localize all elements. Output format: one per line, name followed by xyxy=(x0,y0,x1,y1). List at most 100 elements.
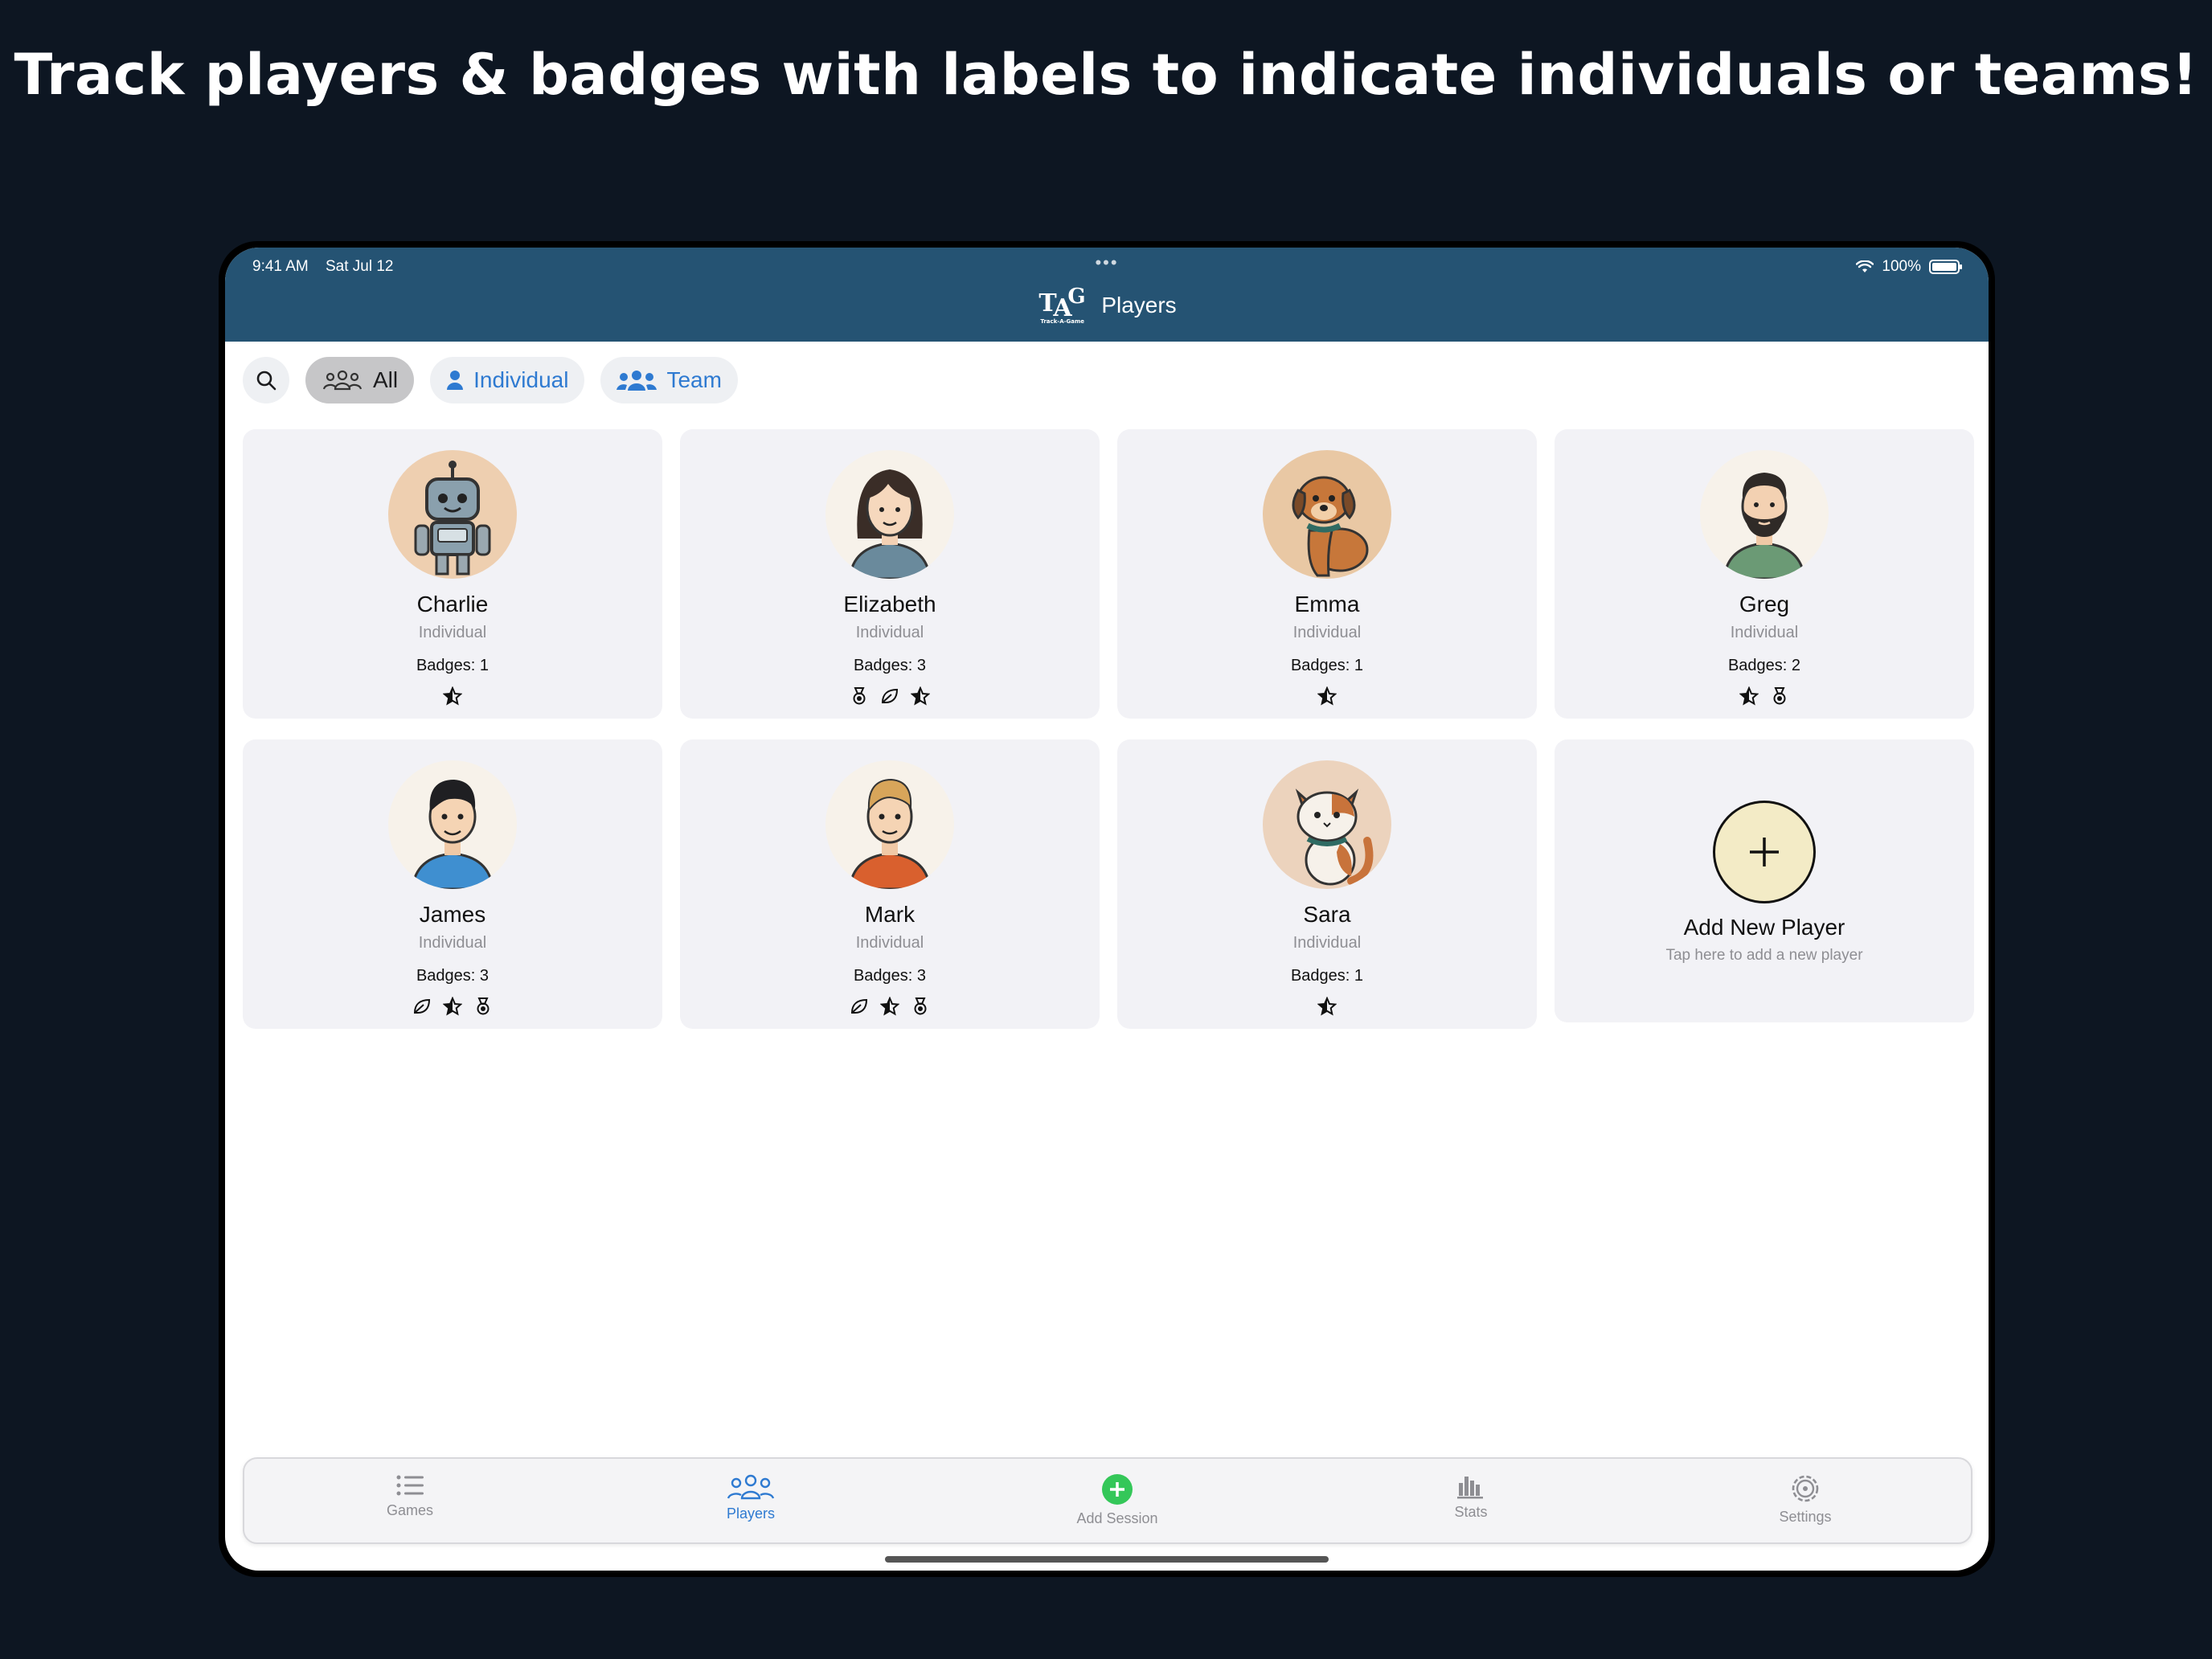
app-screen: 9:41 AM Sat Jul 12 ••• 100% TAG Track-A-… xyxy=(225,248,1989,1571)
tab-bar: Games Players Add Session Stats Settings xyxy=(243,1457,1972,1544)
player-name: Elizabeth xyxy=(843,592,936,616)
wifi-icon xyxy=(1856,260,1874,272)
player-card-mark[interactable]: Mark Individual Badges: 3 xyxy=(680,739,1100,1029)
list-icon xyxy=(396,1475,424,1496)
tab-games-label: Games xyxy=(386,1502,434,1518)
home-indicator xyxy=(885,1556,1329,1563)
star-icon xyxy=(911,686,930,706)
player-card-emma[interactable]: Emma Individual Badges: 1 xyxy=(1117,429,1537,719)
badge-icons xyxy=(850,686,930,706)
team-icon xyxy=(616,371,657,391)
player-type: Individual xyxy=(855,934,924,952)
leaf-icon xyxy=(881,688,899,703)
marketing-headline: Track players & badges with labels to in… xyxy=(14,42,2198,108)
add-circle-icon xyxy=(1102,1474,1133,1505)
player-type: Individual xyxy=(1292,624,1362,641)
player-card-elizabeth[interactable]: Elizabeth Individual Badges: 3 xyxy=(680,429,1100,719)
star-icon xyxy=(880,997,899,1016)
status-bar-right: 100% xyxy=(1856,258,1962,276)
group-outline-icon xyxy=(322,370,363,391)
tag-logo: TAG Track-A-Game xyxy=(1038,285,1086,325)
tab-players-label: Players xyxy=(726,1505,776,1522)
badge-icons xyxy=(1739,686,1789,706)
tab-stats-label: Stats xyxy=(1454,1504,1488,1520)
person-icon xyxy=(447,371,464,390)
tab-settings[interactable]: Settings xyxy=(1741,1473,1870,1526)
player-badge-count: Badges: 1 xyxy=(416,657,490,674)
player-type: Individual xyxy=(418,624,487,641)
status-bar-left: 9:41 AM Sat Jul 12 xyxy=(252,258,407,276)
add-new-player-card[interactable]: Add New Player Tap here to add a new pla… xyxy=(1555,739,1974,1022)
search-button[interactable] xyxy=(243,357,289,403)
players-grid: Charlie Individual Badges: 1 Elizabeth I… xyxy=(243,429,1974,1029)
filter-bar: All Individual Team xyxy=(243,357,738,403)
star-icon xyxy=(1739,686,1759,706)
player-badge-count: Badges: 3 xyxy=(853,657,927,674)
page-title: Players xyxy=(1101,293,1177,317)
battery-percent: 100% xyxy=(1882,258,1921,275)
player-name: Mark xyxy=(864,902,916,927)
add-player-title: Add New Player xyxy=(1683,915,1845,940)
player-name: Charlie xyxy=(416,592,489,616)
gear-icon xyxy=(1792,1475,1819,1502)
filter-individual[interactable]: Individual xyxy=(430,357,585,403)
multitasking-dots[interactable]: ••• xyxy=(1095,252,1118,273)
search-icon xyxy=(256,371,276,391)
leaf-icon xyxy=(413,998,431,1014)
tab-settings-label: Settings xyxy=(1779,1509,1832,1525)
badge-icons xyxy=(850,997,930,1016)
player-badge-count: Badges: 1 xyxy=(1290,967,1364,985)
badge-icons xyxy=(1317,997,1337,1016)
player-name: Greg xyxy=(1739,592,1790,616)
leaf-icon xyxy=(850,998,868,1014)
logo-caption: Track-A-Game xyxy=(1040,318,1085,325)
player-type: Individual xyxy=(418,934,487,952)
medal-icon xyxy=(477,997,490,1015)
tab-players[interactable]: Players xyxy=(686,1473,815,1522)
filter-all[interactable]: All xyxy=(305,357,415,403)
medal-icon xyxy=(914,997,927,1015)
status-date: Sat Jul 12 xyxy=(326,258,394,275)
player-badge-count: Badges: 3 xyxy=(416,967,490,985)
tab-games[interactable]: Games xyxy=(346,1473,474,1519)
filter-team[interactable]: Team xyxy=(600,357,738,403)
cat-avatar xyxy=(1263,760,1391,889)
man-avatar xyxy=(825,760,954,889)
add-player-button[interactable] xyxy=(1713,801,1816,903)
medal-icon xyxy=(853,687,866,705)
player-badge-count: Badges: 3 xyxy=(853,967,927,985)
bar-chart-icon xyxy=(1457,1477,1483,1499)
player-card-charlie[interactable]: Charlie Individual Badges: 1 xyxy=(243,429,662,719)
player-badge-count: Badges: 1 xyxy=(1290,657,1364,674)
player-type: Individual xyxy=(855,624,924,641)
player-card-sara[interactable]: Sara Individual Badges: 1 xyxy=(1117,739,1537,1029)
player-name: Emma xyxy=(1294,592,1360,616)
filter-all-label: All xyxy=(373,367,399,392)
status-time: 9:41 AM xyxy=(252,258,309,275)
star-icon xyxy=(443,997,462,1016)
add-player-subtitle: Tap here to add a new player xyxy=(1665,947,1863,964)
battery-icon xyxy=(1929,260,1962,274)
badge-icons xyxy=(412,997,493,1016)
tab-add-session[interactable]: Add Session xyxy=(1045,1473,1190,1527)
star-icon xyxy=(443,686,462,706)
group-outline-icon xyxy=(727,1474,775,1500)
star-icon xyxy=(1317,686,1337,706)
medal-icon xyxy=(1773,687,1786,705)
navigation-bar: 9:41 AM Sat Jul 12 ••• 100% TAG Track-A-… xyxy=(225,248,1989,342)
filter-team-label: Team xyxy=(666,367,722,392)
tab-stats[interactable]: Stats xyxy=(1407,1473,1535,1521)
plus-icon xyxy=(1750,838,1779,866)
player-type: Individual xyxy=(1292,934,1362,952)
player-name: Sara xyxy=(1303,902,1351,927)
tablet-frame: 9:41 AM Sat Jul 12 ••• 100% TAG Track-A-… xyxy=(219,241,1995,1577)
boy-avatar xyxy=(388,760,517,889)
player-card-james[interactable]: James Individual Badges: 3 xyxy=(243,739,662,1029)
player-type: Individual xyxy=(1730,624,1799,641)
player-badge-count: Badges: 2 xyxy=(1727,657,1801,674)
robot-avatar xyxy=(388,450,517,579)
dog-avatar xyxy=(1263,450,1391,579)
player-card-greg[interactable]: Greg Individual Badges: 2 xyxy=(1555,429,1974,719)
player-name: James xyxy=(419,902,486,927)
star-icon xyxy=(1317,997,1337,1016)
